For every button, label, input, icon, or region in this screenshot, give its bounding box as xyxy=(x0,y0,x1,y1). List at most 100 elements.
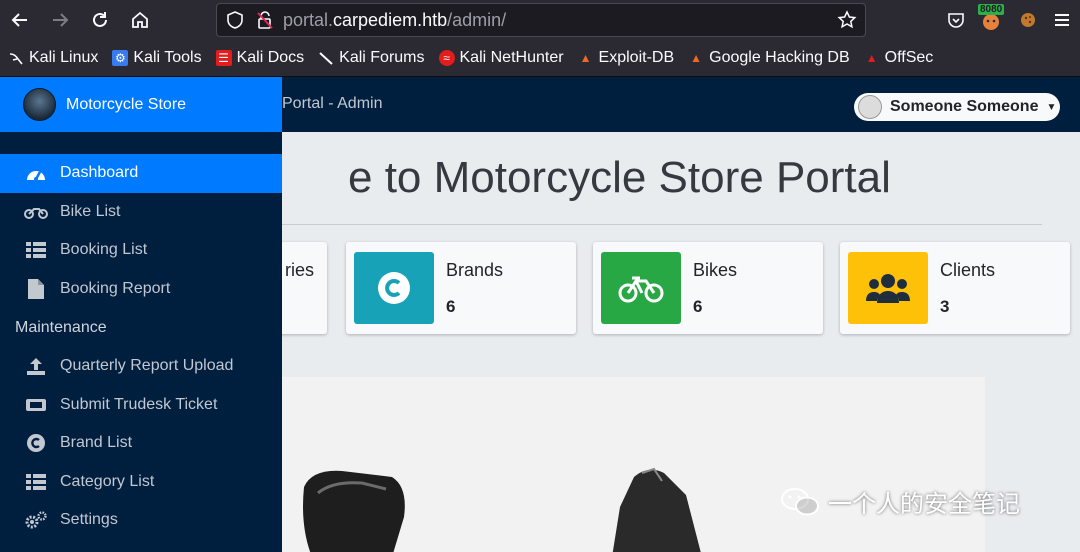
card-label: Brands xyxy=(446,260,504,280)
reload-icon xyxy=(93,12,107,27)
back-button[interactable] xyxy=(0,0,40,40)
forward-button[interactable] xyxy=(40,0,80,40)
url-text[interactable]: portal.carpediem.htb/admin/ xyxy=(283,10,506,31)
bookmark-kali-tools[interactable]: ⚙ Kali Tools xyxy=(112,49,202,67)
bookmark-label: Kali Linux xyxy=(29,49,99,66)
sidebar-item-brand-list[interactable]: Brand List xyxy=(0,424,282,463)
foxyproxy-extension[interactable]: 8080 xyxy=(978,4,1005,32)
bookmark-kali-forums[interactable]: Kali Forums xyxy=(318,49,425,67)
cookie-extension-icon[interactable] xyxy=(1018,10,1038,30)
bookmark-kali-docs[interactable]: ☰ Kali Docs xyxy=(215,49,305,67)
bookmark-label: Kali Forums xyxy=(339,49,425,66)
url-bar[interactable]: portal.carpediem.htb/admin/ xyxy=(216,3,866,37)
users-icon xyxy=(848,252,928,324)
ghdb-icon: ▲ xyxy=(690,51,703,65)
back-arrow-icon xyxy=(11,13,27,27)
offsec-icon: ▲ xyxy=(865,51,878,65)
url-prefix: portal. xyxy=(283,9,334,30)
user-name: Someone Someone xyxy=(890,98,1039,115)
forward-arrow-icon xyxy=(53,13,69,27)
pocket-icon[interactable] xyxy=(946,10,966,30)
bookmark-kali-nethunter[interactable]: ≈ Kali NetHunter xyxy=(438,49,564,67)
sidebar-item-label: Category List xyxy=(60,472,155,490)
sidebar-item-label: Quarterly Report Upload xyxy=(60,357,234,375)
sidebar-item-label: Brand List xyxy=(60,434,133,452)
motorcycle-icon xyxy=(24,204,48,220)
user-dropdown[interactable]: Someone Someone ▼ xyxy=(854,93,1060,121)
sidebar-item-label: Booking List xyxy=(60,241,148,259)
sidebar: Motorcycle Store Dashboard Bike List Boo… xyxy=(0,77,282,552)
watermark-text: 一个人的安全笔记 xyxy=(828,491,1020,518)
sidebar-item-label: Booking Report xyxy=(60,279,171,297)
file-icon xyxy=(24,278,48,299)
wechat-logo-icon xyxy=(781,487,819,515)
sidebar-item-quarterly-report-upload[interactable]: Quarterly Report Upload xyxy=(0,347,282,386)
browser-toolbar: portal.carpediem.htb/admin/ 8080 xyxy=(0,0,1080,40)
bookmark-label: Kali Docs xyxy=(236,49,305,66)
proxy-port-badge: 8080 xyxy=(978,4,1005,15)
kali-docs-icon: ☰ xyxy=(215,50,232,66)
bookmark-offsec[interactable]: ▲ OffSec xyxy=(864,49,934,67)
caret-down-icon: ▼ xyxy=(1046,101,1057,113)
home-icon xyxy=(132,11,148,28)
card-value: 6 xyxy=(446,297,456,316)
sidebar-item-booking-list[interactable]: Booking List xyxy=(0,231,282,270)
copyright-icon xyxy=(354,252,434,324)
bookmark-label: Kali NetHunter xyxy=(459,49,564,66)
bookmark-ghdb[interactable]: ▲ Google Hacking DB xyxy=(688,49,850,67)
sidebar-item-settings[interactable]: Settings xyxy=(0,501,282,540)
page-title: e to Motorcycle Store Portal xyxy=(348,153,891,202)
info-card-brands: Brands 6 xyxy=(346,242,576,334)
bookmark-kali-linux[interactable]: Kali Linux xyxy=(8,49,98,67)
bookmark-label: Exploit-DB xyxy=(598,49,675,66)
card-value: 6 xyxy=(693,297,703,316)
list-icon xyxy=(24,241,48,259)
card-label: Bikes xyxy=(693,260,738,280)
sidebar-item-bike-list[interactable]: Bike List xyxy=(0,193,282,232)
sidebar-item-label: Dashboard xyxy=(60,164,139,182)
kali-dragon-icon xyxy=(8,50,24,66)
upload-icon xyxy=(24,356,48,376)
list-icon xyxy=(24,473,48,491)
bookmarks-bar: Kali Linux ⚙ Kali Tools ☰ Kali Docs Kali… xyxy=(0,40,1080,77)
brand-name: Motorcycle Store xyxy=(66,95,187,113)
avatar xyxy=(858,95,882,119)
tracking-shield-icon[interactable] xyxy=(225,10,245,30)
sidebar-item-submit-trudesk-ticket[interactable]: Submit Trudesk Ticket xyxy=(0,386,282,425)
kali-forums-icon xyxy=(318,50,334,66)
card-label: Clients xyxy=(940,260,996,280)
bookmark-exploit-db[interactable]: ▲ Exploit-DB xyxy=(578,49,675,67)
sidebar-item-label: Settings xyxy=(60,511,118,529)
toolbar-right: 8080 xyxy=(946,0,1072,40)
sidebar-item-category-list[interactable]: Category List xyxy=(0,463,282,502)
bookmark-label: Google Hacking DB xyxy=(709,49,850,66)
bicycle-icon xyxy=(601,252,681,324)
bookmark-star-icon[interactable] xyxy=(837,10,857,30)
sidebar-item-dashboard[interactable]: Dashboard xyxy=(0,154,282,193)
brand-logo xyxy=(23,88,56,121)
cogs-icon xyxy=(24,510,48,530)
motorcycle-photo xyxy=(282,377,985,552)
sidebar-item-booking-report[interactable]: Booking Report xyxy=(0,270,282,309)
sidebar-section-header: Maintenance xyxy=(15,318,107,336)
info-card-clients: Clients 3 xyxy=(840,242,1070,334)
title-divider xyxy=(282,224,1042,225)
url-host: carpediem.htb xyxy=(333,9,448,30)
sidebar-item-label: Bike List xyxy=(60,202,121,220)
portal-title: Portal - Admin xyxy=(282,95,383,112)
card-value: 3 xyxy=(940,297,950,316)
reload-button[interactable] xyxy=(80,0,120,40)
bookmark-label: Kali Tools xyxy=(133,49,202,66)
ticket-icon xyxy=(24,397,48,413)
brand-link[interactable]: Motorcycle Store xyxy=(0,77,282,132)
exploit-db-icon: ▲ xyxy=(579,51,592,65)
info-card-bikes: Bikes 6 xyxy=(593,242,823,334)
bookmark-label: OffSec xyxy=(884,49,934,66)
sidebar-item-label: Submit Trudesk Ticket xyxy=(60,395,218,413)
kali-tools-icon: ⚙ xyxy=(112,50,129,66)
hamburger-menu-icon[interactable] xyxy=(1052,10,1072,30)
sidebar-menu: Dashboard Bike List Booking List Booking… xyxy=(0,154,282,540)
insecure-lock-icon[interactable] xyxy=(255,10,275,30)
home-button[interactable] xyxy=(120,0,160,40)
motorcycle-banner-image xyxy=(282,377,985,552)
